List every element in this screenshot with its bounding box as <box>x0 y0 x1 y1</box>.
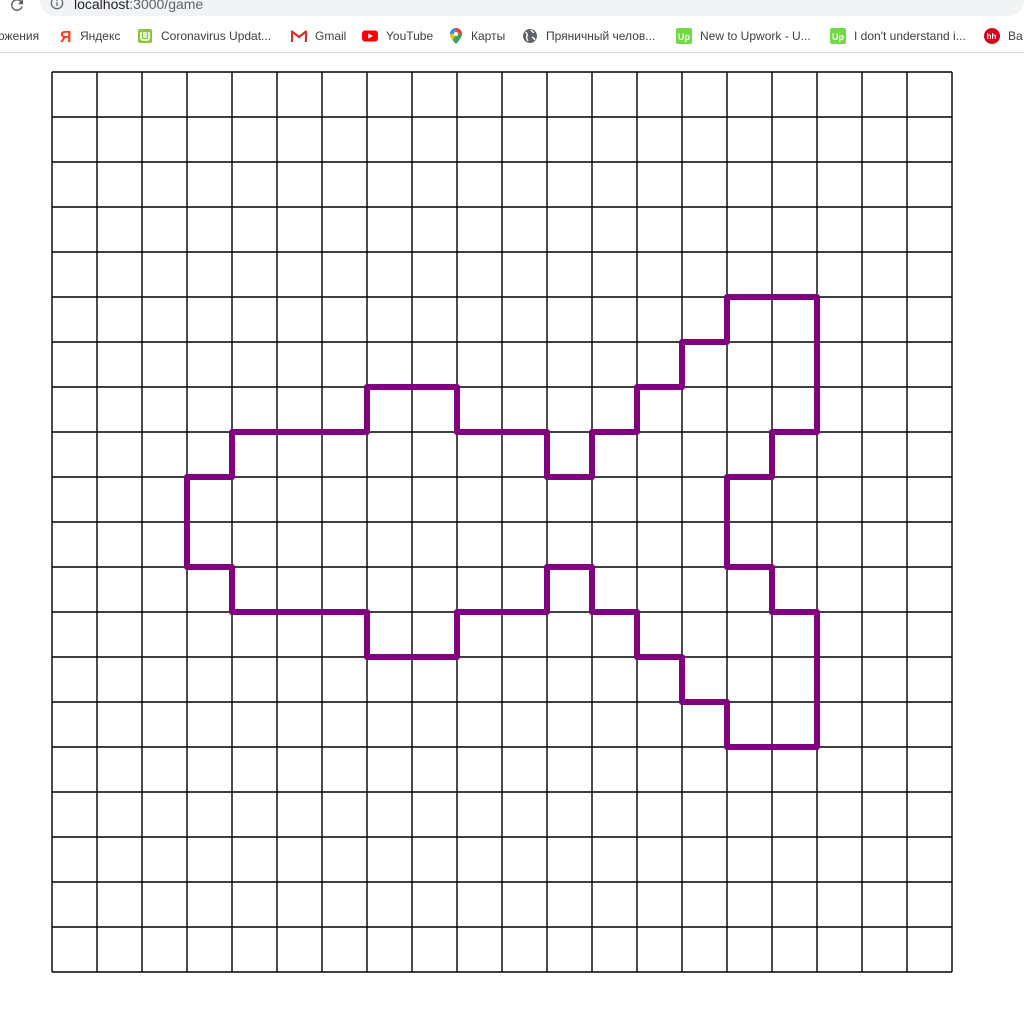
game-board[interactable] <box>0 0 1024 1024</box>
